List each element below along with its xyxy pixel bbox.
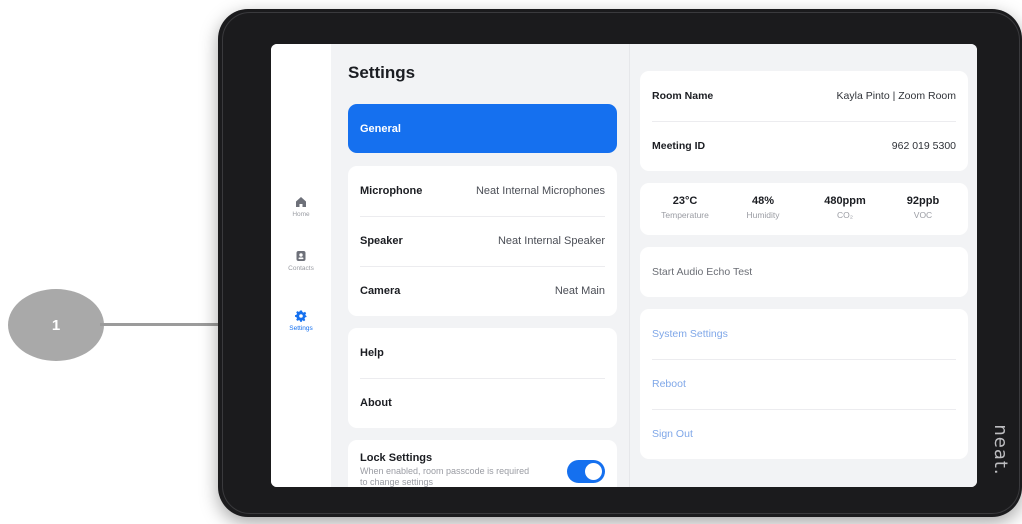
system-settings-label: System Settings: [652, 328, 728, 340]
environment-humidity: 48% Humidity: [728, 195, 798, 220]
start-audio-echo-test-button[interactable]: Start Audio Echo Test: [652, 247, 752, 297]
camera-value: Neat Main: [554, 285, 605, 297]
settings-item-camera[interactable]: Camera Neat Main: [360, 266, 605, 316]
environment-label: Temperature: [661, 210, 709, 220]
meeting-id-value: 962 019 5300: [891, 140, 956, 152]
details-panel: Room Name Kayla Pinto | Zoom Room Meetin…: [629, 44, 977, 487]
environment-value: 23°C: [672, 195, 698, 207]
settings-panel: Settings General Microphone Neat Interna…: [331, 44, 631, 487]
echo-test-card: Start Audio Echo Test: [640, 247, 968, 297]
brand-logo: neat.: [990, 424, 1012, 476]
speaker-value: Neat Internal Speaker: [497, 235, 605, 247]
environment-voc: 92ppb VOC: [888, 195, 958, 220]
room-name-value: Kayla Pinto | Zoom Room: [836, 90, 956, 102]
device-screen: Home Contacts Settings Settings General …: [271, 44, 977, 487]
nav-item-label: Contacts: [288, 265, 314, 272]
lock-settings-title: Lock Settings: [360, 452, 433, 464]
settings-item-speaker[interactable]: Speaker Neat Internal Speaker: [360, 216, 605, 266]
settings-item-about[interactable]: About: [360, 378, 605, 428]
environment-value: 480ppm: [824, 195, 866, 207]
page-title: Settings: [348, 63, 416, 82]
nav-item-label: Settings: [289, 325, 313, 332]
divider: [652, 359, 956, 360]
settings-item-microphone[interactable]: Microphone Neat Internal Microphones: [360, 166, 605, 216]
about-label: About: [360, 397, 392, 409]
environment-label: Humidity: [746, 210, 780, 220]
lock-settings-toggle[interactable]: [567, 460, 605, 483]
environment-value: 92ppb: [906, 195, 940, 207]
meeting-id-row: Meeting ID 962 019 5300: [652, 121, 956, 171]
nav-item-settings[interactable]: Settings: [271, 310, 331, 350]
callout-number-badge: 1: [8, 289, 104, 361]
devices-card: Microphone Neat Internal Microphones Spe…: [348, 166, 617, 316]
settings-item-help[interactable]: Help: [360, 328, 605, 378]
sign-out-label: Sign Out: [652, 428, 693, 440]
settings-item-general[interactable]: General: [348, 104, 617, 153]
environment-label: VOC: [913, 210, 933, 220]
contacts-icon: [296, 251, 306, 261]
reboot-label: Reboot: [652, 378, 686, 390]
meeting-id-label: Meeting ID: [652, 140, 706, 152]
sign-out-button[interactable]: Sign Out: [652, 409, 693, 459]
environment-value: 48%: [751, 195, 775, 207]
environment-label: CO₂: [836, 210, 854, 220]
settings-item-label: General: [360, 122, 401, 135]
speaker-label: Speaker: [360, 235, 403, 247]
room-info-card: Room Name Kayla Pinto | Zoom Room Meetin…: [640, 71, 968, 171]
reboot-button[interactable]: Reboot: [652, 359, 686, 409]
home-icon: [296, 197, 306, 207]
room-name-label: Room Name: [652, 90, 714, 102]
lock-settings-description: When enabled, room passcode is required …: [360, 466, 530, 487]
toggle-knob: [585, 463, 602, 480]
divider: [652, 409, 956, 410]
nav-item-contacts[interactable]: Contacts: [271, 250, 331, 290]
environment-co2: 480ppm CO₂: [810, 195, 880, 220]
nav-rail: Home Contacts Settings: [271, 44, 331, 487]
stage: 1 neat. Home Contacts Settings Settings …: [0, 0, 1022, 524]
nav-item-label: Home: [292, 211, 310, 218]
environment-temperature: 23°C Temperature: [650, 195, 720, 220]
lock-settings-card: Lock Settings When enabled, room passcod…: [348, 440, 617, 487]
environment-card: 23°C Temperature 48% Humidity 480ppm CO₂…: [640, 183, 968, 235]
info-card: Help About: [348, 328, 617, 428]
camera-label: Camera: [360, 285, 401, 297]
gear-icon: [295, 310, 307, 322]
microphone-label: Microphone: [360, 185, 423, 197]
echo-test-label: Start Audio Echo Test: [652, 266, 753, 278]
system-settings-button[interactable]: System Settings: [652, 309, 728, 359]
system-actions-card: System Settings Reboot Sign Out: [640, 309, 968, 459]
microphone-value: Neat Internal Microphones: [475, 185, 605, 197]
room-name-row: Room Name Kayla Pinto | Zoom Room: [652, 71, 956, 121]
nav-item-home[interactable]: Home: [271, 196, 331, 236]
help-label: Help: [360, 347, 384, 359]
